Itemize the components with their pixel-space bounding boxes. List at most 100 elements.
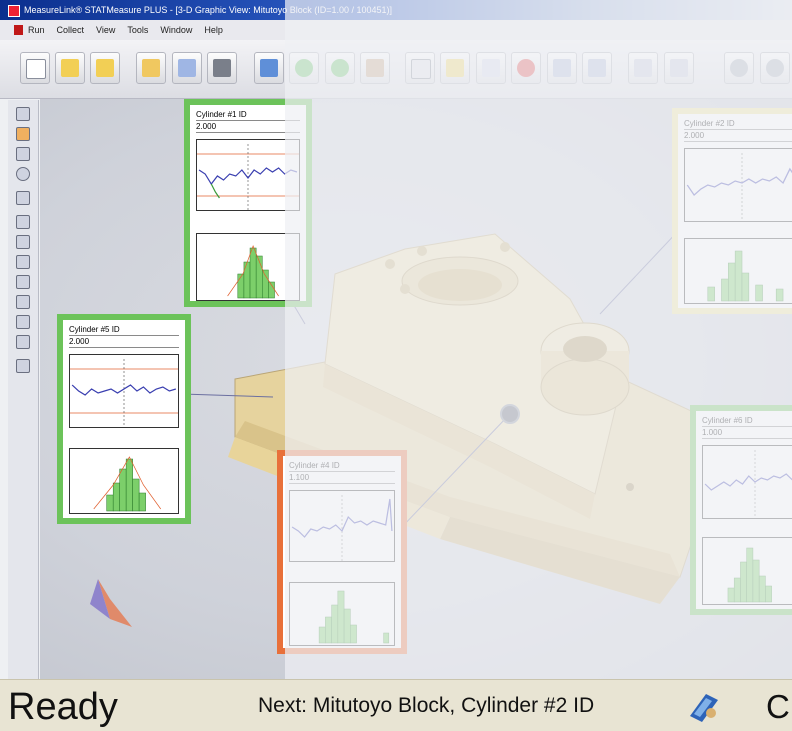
select-tool[interactable]: [12, 104, 34, 122]
stop-icon: [517, 59, 535, 77]
zoom-tool[interactable]: [12, 164, 34, 182]
export-icon: [411, 59, 431, 79]
options-button[interactable]: [760, 52, 790, 84]
settings-button[interactable]: [724, 52, 754, 84]
menu-window[interactable]: Window: [154, 20, 198, 40]
view-tool-6[interactable]: [12, 312, 34, 330]
machine-icon: [213, 59, 231, 77]
cube-icon: [16, 295, 30, 309]
forward-icon: [331, 59, 349, 77]
menu-tools[interactable]: Tools: [121, 20, 154, 40]
new-file-icon: [26, 59, 46, 79]
view-tool-7[interactable]: [12, 332, 34, 350]
view-tool-3[interactable]: [12, 252, 34, 270]
feature-marker[interactable]: [500, 404, 520, 424]
people-button[interactable]: [360, 52, 390, 84]
panel-cylinder-1[interactable]: Cylinder #1 ID 2.000: [184, 99, 312, 307]
cursor-icon: [16, 107, 30, 121]
window-title: MeasureLink® STATMeasure PLUS - [3-D Gra…: [24, 5, 393, 15]
stop-button[interactable]: [511, 52, 541, 84]
cube-icon: [16, 215, 30, 229]
help-icon: [482, 59, 500, 77]
chart-button[interactable]: [547, 52, 577, 84]
run-chart: [289, 490, 395, 562]
histogram: [69, 448, 179, 514]
panel-title: Cylinder #6 ID: [702, 415, 792, 427]
panel-title: Cylinder #2 ID: [684, 118, 792, 130]
view-tool-2[interactable]: [12, 232, 34, 250]
forward-button[interactable]: [325, 52, 355, 84]
cube-icon: [16, 255, 30, 269]
warning-icon: [446, 59, 464, 77]
panel-cylinder-6[interactable]: Cylinder #6 ID 1.000: [690, 405, 792, 615]
magnifier-icon: [16, 167, 30, 181]
fit-icon: [16, 191, 30, 205]
status-ready-text: Ready: [8, 686, 118, 728]
status-next-step: Next: Mitutoyo Block, Cylinder #2 ID: [258, 694, 595, 717]
title-bar: MeasureLink® STATMeasure PLUS - [3-D Gra…: [0, 0, 792, 20]
highlight-tool[interactable]: [12, 124, 34, 142]
menu-help[interactable]: Help: [198, 20, 229, 40]
gear-icon: [730, 59, 748, 77]
menu-run[interactable]: Run: [0, 20, 51, 40]
panel-value: 2.000: [69, 336, 179, 348]
panel-value: 2.000: [196, 121, 300, 133]
edit-part-button[interactable]: [172, 52, 202, 84]
panel-cylinder-2[interactable]: Cylinder #2 ID 2.000: [672, 108, 792, 314]
zoom-icon: [634, 59, 652, 77]
trend-button[interactable]: [582, 52, 612, 84]
new-file-button[interactable]: [20, 52, 50, 84]
open-part-button[interactable]: [136, 52, 166, 84]
send-icon: [260, 59, 278, 77]
histogram: [702, 537, 792, 605]
histogram: [684, 238, 792, 304]
run-chart: [69, 354, 179, 428]
view-tool-8[interactable]: [12, 356, 34, 374]
panel-title: Cylinder #5 ID: [69, 324, 179, 336]
link-icon: [16, 359, 30, 373]
zoom-button[interactable]: [628, 52, 658, 84]
panel-value: 2.000: [684, 130, 792, 142]
panel-value: 1.000: [702, 427, 792, 439]
view-tool-1[interactable]: [12, 212, 34, 230]
menu-collect[interactable]: Collect: [51, 20, 91, 40]
panel-cylinder-5[interactable]: Cylinder #5 ID 2.000: [57, 314, 191, 524]
pan-tool[interactable]: [12, 144, 34, 162]
cube-icon: [16, 315, 30, 329]
trend-icon: [588, 59, 606, 77]
rotate-button[interactable]: [664, 52, 694, 84]
machine-button[interactable]: [207, 52, 237, 84]
toolbar: [0, 40, 792, 99]
run-chart: [684, 148, 792, 222]
menu-view[interactable]: View: [90, 20, 121, 40]
measuring-tool-icon: [684, 686, 724, 726]
warning-button[interactable]: [440, 52, 470, 84]
options-icon: [766, 59, 784, 77]
status-trailing-text: Cu: [766, 688, 792, 725]
folder-button[interactable]: [90, 52, 120, 84]
view-tool-4[interactable]: [12, 272, 34, 290]
panel-value: 1.100: [289, 472, 395, 484]
left-tool-strip: [8, 100, 39, 680]
app-icon: [8, 4, 20, 17]
histogram: [289, 582, 395, 646]
open-folder-button[interactable]: [55, 52, 85, 84]
fit-tool[interactable]: [12, 188, 34, 206]
export-button[interactable]: [405, 52, 435, 84]
move-icon: [16, 147, 30, 161]
open-part-icon: [142, 59, 160, 77]
panel-cylinder-4[interactable]: Cylinder #4 ID 1.100: [277, 450, 407, 654]
folder-icon: [96, 59, 114, 77]
panel-title: Cylinder #1 ID: [196, 109, 300, 121]
play-icon: [295, 59, 313, 77]
folder-icon: [61, 59, 79, 77]
chart-icon: [553, 59, 571, 77]
play-button[interactable]: [289, 52, 319, 84]
histogram: [196, 233, 300, 301]
send-button[interactable]: [254, 52, 284, 84]
app-window: MeasureLink® STATMeasure PLUS - [3-D Gra…: [0, 0, 792, 731]
help-button[interactable]: [476, 52, 506, 84]
status-bar: Ready Next: Mitutoyo Block, Cylinder #2 …: [0, 679, 792, 731]
view-tool-5[interactable]: [12, 292, 34, 310]
panel-title: Cylinder #4 ID: [289, 460, 395, 472]
